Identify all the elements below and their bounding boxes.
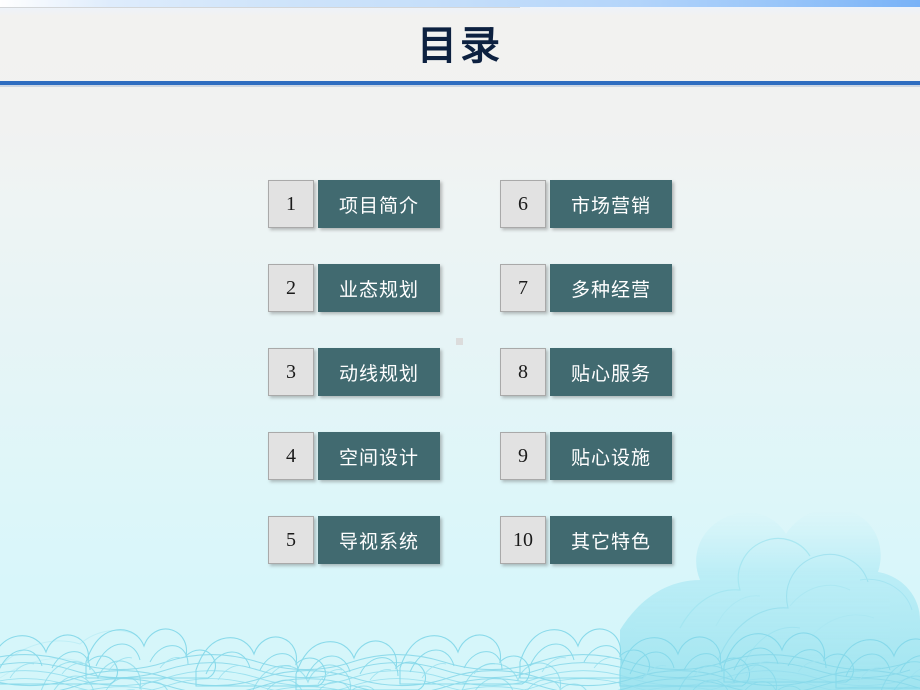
contents-number-5: 5: [268, 516, 314, 564]
top-hairline: [0, 7, 520, 8]
contents-label-9[interactable]: 贴心设施: [550, 432, 672, 480]
contents-column-right: 6 市场营销 7 多种经营 8 贴心服务 9 贴心设施 10 其它特色: [500, 180, 672, 564]
chinese-wave-pattern-icon: [0, 508, 920, 690]
contents-number-3: 3: [268, 348, 314, 396]
contents-item-6[interactable]: 6 市场营销: [500, 180, 672, 228]
contents-label-1[interactable]: 项目简介: [318, 180, 440, 228]
contents-item-8[interactable]: 8 贴心服务: [500, 348, 672, 396]
page-title: 目录: [417, 23, 503, 69]
contents-item-5[interactable]: 5 导视系统: [268, 516, 440, 564]
contents-label-3[interactable]: 动线规划: [318, 348, 440, 396]
contents-number-8: 8: [500, 348, 546, 396]
contents-item-2[interactable]: 2 业态规划: [268, 264, 440, 312]
contents-label-4[interactable]: 空间设计: [318, 432, 440, 480]
contents-item-9[interactable]: 9 贴心设施: [500, 432, 672, 480]
contents-item-10[interactable]: 10 其它特色: [500, 516, 672, 564]
contents-label-7[interactable]: 多种经营: [550, 264, 672, 312]
contents-label-8[interactable]: 贴心服务: [550, 348, 672, 396]
title-area: 目录: [0, 14, 920, 80]
contents-item-7[interactable]: 7 多种经营: [500, 264, 672, 312]
contents-number-9: 9: [500, 432, 546, 480]
contents-label-10[interactable]: 其它特色: [550, 516, 672, 564]
contents-number-6: 6: [500, 180, 546, 228]
slide-canvas: 目录 1 项目简介 2 业态规划 3 动线规划 4 空间设计 5 导视系统 6 …: [0, 0, 920, 690]
contents-number-1: 1: [268, 180, 314, 228]
small-square-marker-icon: [456, 338, 463, 345]
contents-item-3[interactable]: 3 动线规划: [268, 348, 440, 396]
contents-item-4[interactable]: 4 空间设计: [268, 432, 440, 480]
contents-number-4: 4: [268, 432, 314, 480]
contents-label-2[interactable]: 业态规划: [318, 264, 440, 312]
contents-column-left: 1 项目简介 2 业态规划 3 动线规划 4 空间设计 5 导视系统: [268, 180, 440, 564]
title-divider-shadow: [0, 85, 920, 87]
contents-number-2: 2: [268, 264, 314, 312]
contents-label-5[interactable]: 导视系统: [318, 516, 440, 564]
contents-item-1[interactable]: 1 项目简介: [268, 180, 440, 228]
top-gradient-band: [0, 0, 920, 7]
contents-label-6[interactable]: 市场营销: [550, 180, 672, 228]
contents-number-7: 7: [500, 264, 546, 312]
contents-number-10: 10: [500, 516, 546, 564]
